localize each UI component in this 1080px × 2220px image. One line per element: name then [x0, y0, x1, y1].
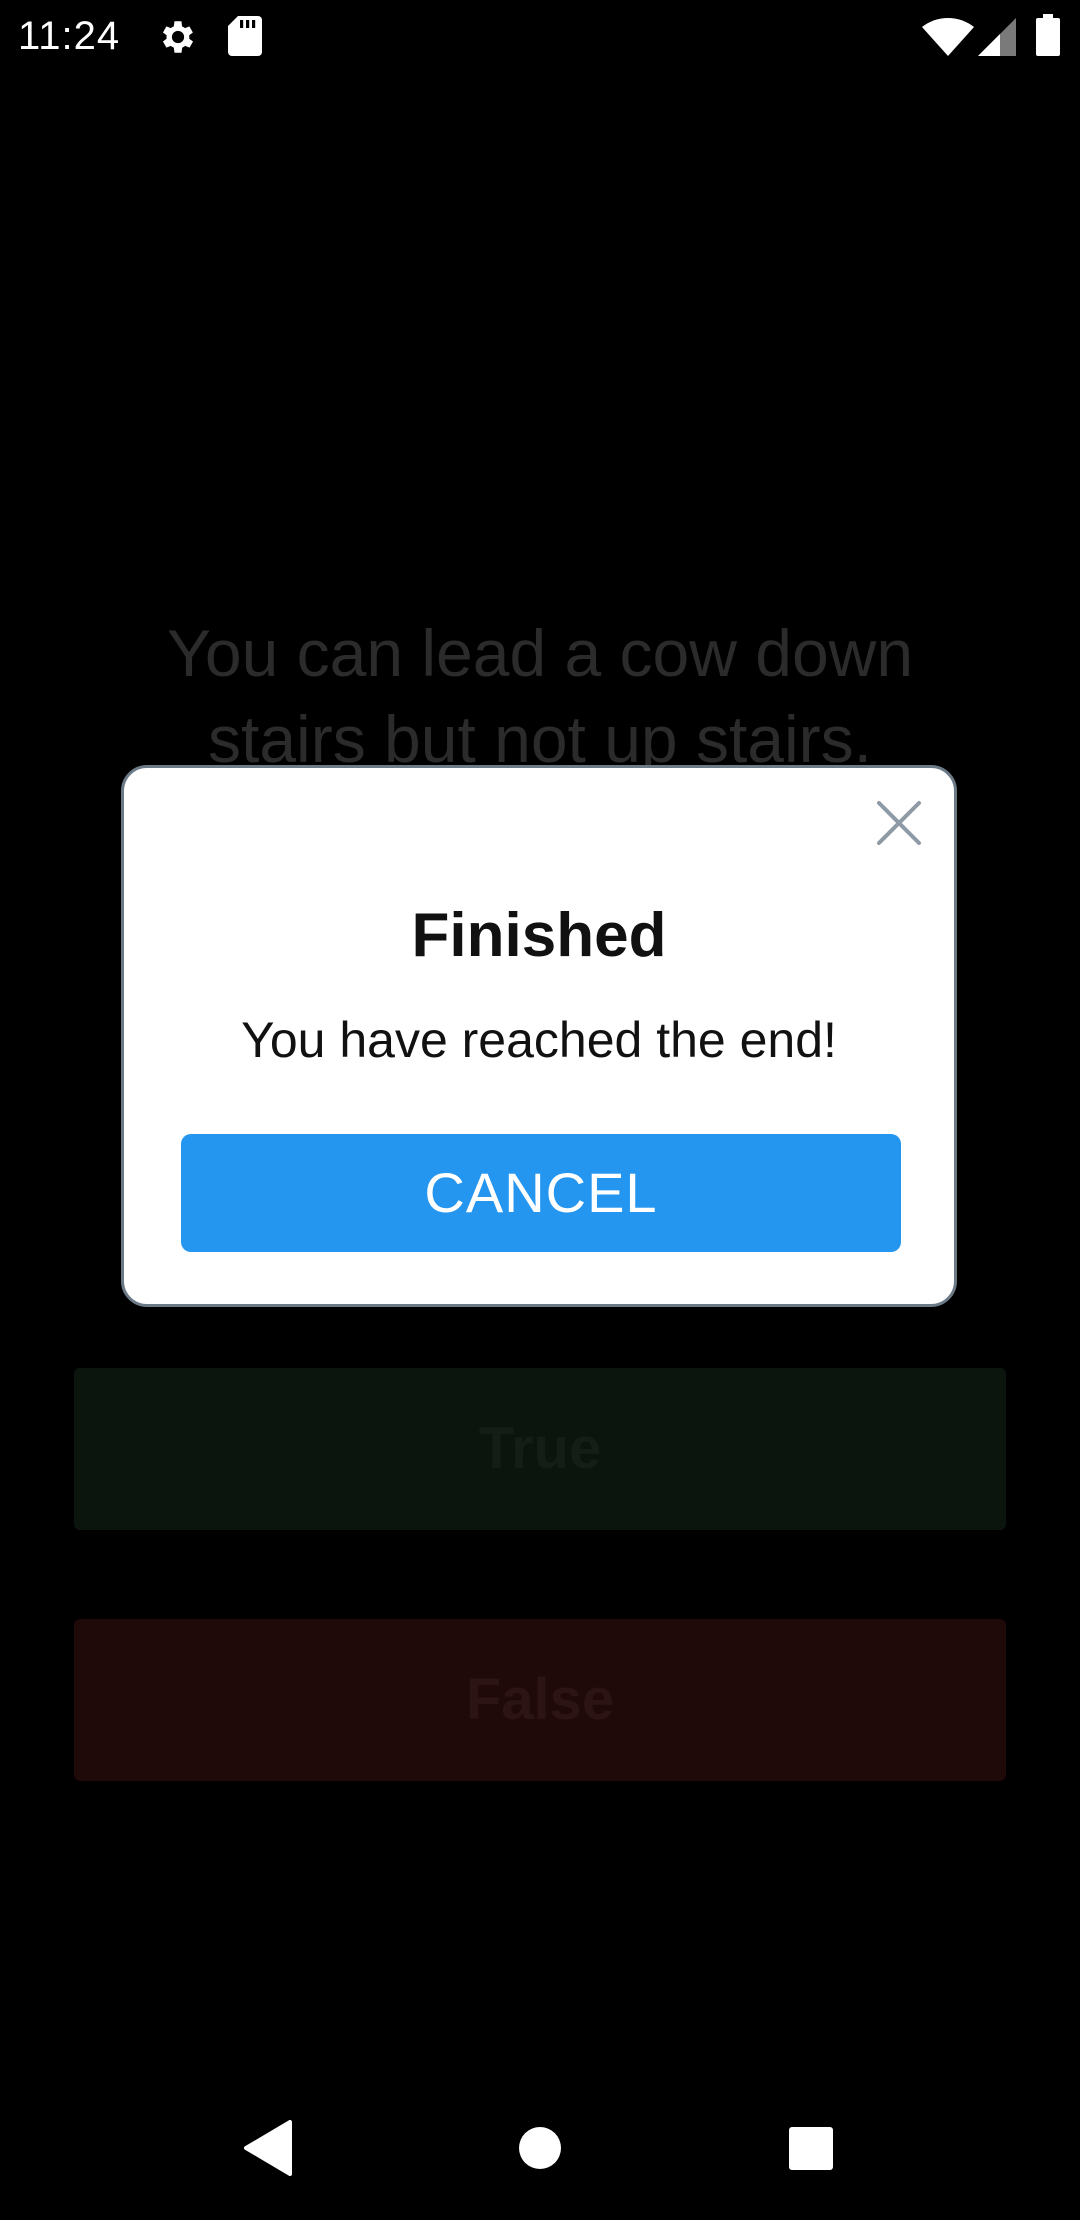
recents-icon[interactable]	[740, 2076, 880, 2220]
gear-icon	[157, 16, 199, 63]
signal-icon	[978, 18, 1016, 61]
home-icon[interactable]	[470, 2076, 610, 2220]
back-icon[interactable]	[198, 2076, 338, 2220]
battery-icon	[1036, 14, 1060, 61]
false-button[interactable]: False	[74, 1619, 1006, 1781]
screen: 11:24 You can lead a cow down stairs but…	[0, 0, 1080, 2220]
true-button[interactable]: True	[74, 1368, 1006, 1530]
status-time: 11:24	[18, 14, 121, 58]
close-icon[interactable]	[874, 798, 924, 848]
sd-card-icon	[228, 16, 262, 61]
finished-dialog: Finished You have reached the end! CANCE…	[121, 765, 957, 1307]
question-text: You can lead a cow down stairs but not u…	[166, 616, 914, 776]
navigation-bar	[0, 2076, 1080, 2220]
wifi-icon	[922, 18, 974, 61]
dialog-message: You have reached the end!	[241, 1012, 837, 1068]
dialog-title: Finished	[411, 901, 667, 970]
status-bar: 11:24	[0, 0, 1080, 72]
cancel-button[interactable]: CANCEL	[181, 1134, 901, 1252]
